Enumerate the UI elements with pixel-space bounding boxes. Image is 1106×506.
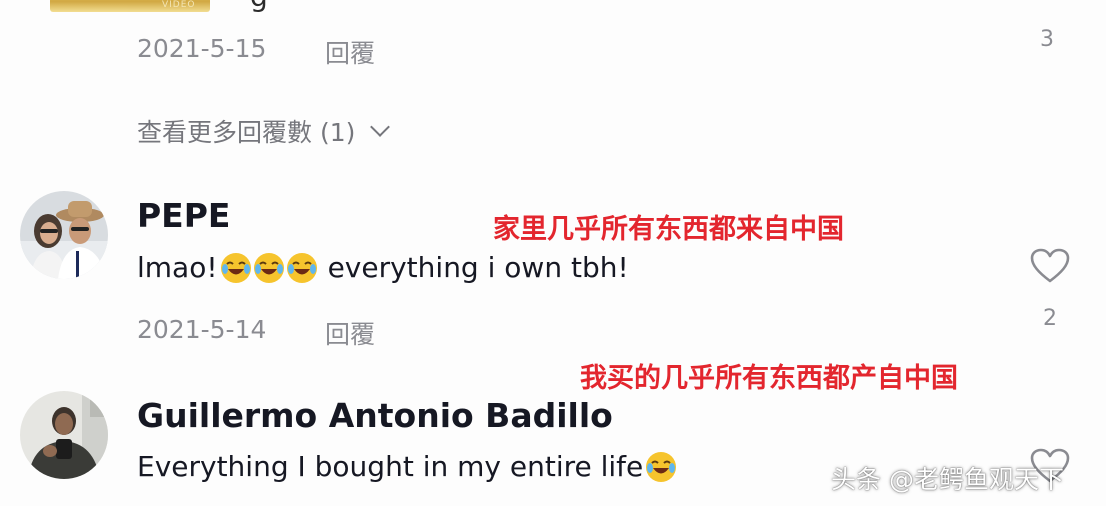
reply-button[interactable]: 回覆 [325,315,375,351]
avatar[interactable] [20,191,108,279]
comment-text: lmao! everything i own tbh! [137,251,629,284]
previous-comment-header: VIDEO g [50,0,470,13]
laughing-emoji-icon [253,252,284,283]
view-more-replies-button[interactable]: 查看更多回覆數 (1) [137,113,391,149]
laughing-emoji-icon [220,252,251,283]
laughing-emoji-icon [646,451,677,482]
username[interactable]: Guillermo Antonio Badillo [137,396,613,435]
comment-date: 2021-5-14 [137,315,267,344]
comment-date: 2021-5-15 [137,34,267,63]
previous-comment-text: g [250,0,268,13]
reply-button[interactable]: 回覆 [325,34,375,70]
chinese-annotation: 家里几乎所有东西都来自中国 [493,214,844,245]
comment-text-end: everything i own tbh! [327,251,629,284]
chevron-down-icon [370,117,391,137]
like-count: 2 [1043,306,1057,331]
view-more-replies-label: 查看更多回覆數 (1) [137,118,356,147]
video-logo: VIDEO [50,0,210,12]
comment-text-start: Everything I bought in my entire life [137,450,644,483]
comment-text-start: lmao! [137,251,218,284]
like-count: 3 [1040,27,1054,52]
username[interactable]: PEPE [137,196,230,235]
laughing-emoji-icon [286,252,317,283]
logo-sub-text: VIDEO [162,0,196,10]
avatar[interactable] [20,391,108,479]
comment-text: Everything I bought in my entire life [137,450,677,483]
chinese-annotation: 我买的几乎所有东西都产自中国 [580,363,958,394]
watermark: 头条 @老鳄鱼观天下 [831,465,1064,494]
heart-icon[interactable] [1030,248,1070,284]
